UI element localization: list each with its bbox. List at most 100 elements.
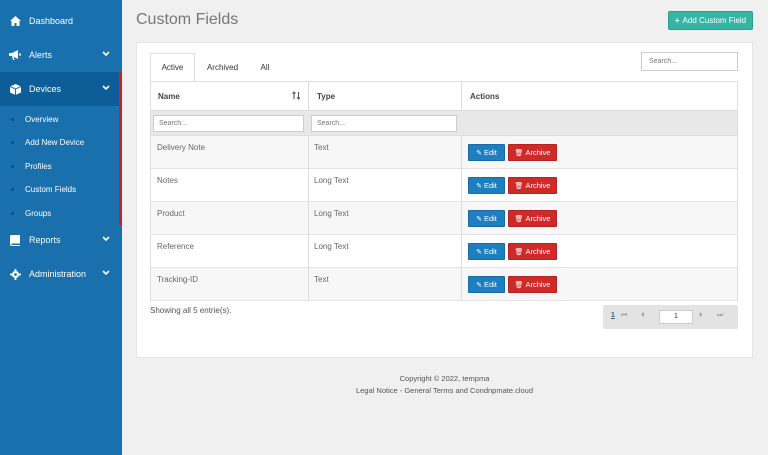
- archive-label: Archive: [525, 214, 551, 223]
- cell-type: Long Text: [314, 176, 349, 185]
- table-row: Product Long Text ✎ Edit 🗑 Archive: [151, 202, 737, 235]
- last-page-icon[interactable]: ⏭: [717, 312, 723, 320]
- sidebar-subitem-custom-fields[interactable]: Custom Fields: [0, 178, 119, 200]
- plus-icon: +: [674, 16, 680, 25]
- edit-label: Edit: [483, 214, 497, 223]
- first-page-icon[interactable]: ⏮: [621, 312, 627, 320]
- bullet-icon: [11, 211, 14, 215]
- column-header-name[interactable]: Name: [151, 82, 180, 111]
- search-input[interactable]: [641, 52, 738, 71]
- entries-summary: Showing all 5 entrie(s).: [150, 306, 232, 315]
- column-divider: [461, 268, 462, 301]
- footer-links[interactable]: Legal Notice - General Terms and Condnpm…: [136, 386, 753, 395]
- bullet-icon: [11, 140, 14, 144]
- column-divider: [308, 235, 309, 268]
- page-title: Custom Fields: [136, 11, 239, 28]
- nav-devices[interactable]: Devices: [0, 72, 122, 106]
- table-row: Delivery Note Text ✎ Edit 🗑 Archive: [151, 136, 737, 169]
- nav-alerts[interactable]: Alerts: [0, 38, 122, 72]
- cell-name: Reference: [157, 242, 194, 251]
- name-filter-input[interactable]: [153, 115, 304, 132]
- archive-button[interactable]: 🗑 Archive: [508, 243, 557, 260]
- prev-page-icon[interactable]: ⏴: [641, 312, 645, 320]
- edit-button[interactable]: ✎ Edit: [468, 276, 505, 293]
- pencil-icon: ✎: [476, 182, 482, 190]
- archive-button[interactable]: 🗑 Archive: [508, 276, 557, 293]
- type-filter-input[interactable]: [311, 115, 457, 132]
- trash-icon: 🗑: [514, 182, 524, 190]
- cell-type: Text: [314, 275, 329, 284]
- tab-all[interactable]: All: [252, 53, 278, 81]
- column-divider: [461, 202, 462, 235]
- subitem-label: Overview: [25, 114, 59, 124]
- pencil-icon: ✎: [476, 281, 482, 289]
- edit-label: Edit: [483, 181, 497, 190]
- chevron-down-icon: [102, 269, 110, 278]
- nav-administration[interactable]: Administration: [0, 257, 122, 291]
- nav-reports-label: Reports: [29, 235, 61, 245]
- pencil-icon: ✎: [476, 248, 482, 256]
- sidebar-subitem-overview[interactable]: Overview: [0, 108, 119, 130]
- table-row: Tracking-ID Text ✎ Edit 🗑 Archive: [151, 268, 737, 301]
- page-number-input[interactable]: 1: [659, 310, 693, 324]
- pencil-icon: ✎: [476, 215, 482, 223]
- trash-icon: 🗑: [514, 281, 524, 289]
- cube-icon: [9, 83, 21, 95]
- column-divider: [308, 169, 309, 202]
- sidebar: Dashboard Alerts Devices Overview Add Ne…: [0, 0, 122, 455]
- column-divider: [308, 136, 309, 169]
- column-header-type[interactable]: Type: [310, 82, 335, 111]
- nav-dashboard-label: Dashboard: [29, 16, 74, 26]
- cell-type: Text: [314, 143, 329, 152]
- active-indicator-bar: [119, 72, 122, 225]
- archive-button[interactable]: 🗑 Archive: [508, 144, 557, 161]
- sort-icon[interactable]: [292, 91, 301, 102]
- add-button-label: Add Custom Field: [682, 16, 747, 25]
- sidebar-subitem-profiles[interactable]: Profiles: [0, 155, 119, 177]
- chevron-down-icon: [102, 235, 110, 244]
- archive-button[interactable]: 🗑 Archive: [508, 177, 557, 194]
- tab-archived[interactable]: Archived: [198, 53, 247, 81]
- next-page-icon[interactable]: ⏵: [699, 312, 703, 320]
- archive-label: Archive: [525, 148, 551, 157]
- column-divider: [461, 169, 462, 202]
- subitem-label: Custom Fields: [25, 184, 77, 194]
- book-icon: [9, 234, 21, 246]
- table-header: Name Type Actions: [151, 82, 737, 111]
- subitem-label: Add New Device: [25, 137, 85, 147]
- subitem-label: Groups: [25, 208, 52, 218]
- edit-button[interactable]: ✎ Edit: [468, 243, 505, 260]
- sidebar-subitem-groups[interactable]: Groups: [0, 202, 119, 224]
- edit-button[interactable]: ✎ Edit: [468, 177, 505, 194]
- current-page-link[interactable]: 1: [611, 312, 615, 319]
- trash-icon: 🗑: [514, 149, 524, 157]
- nav-reports[interactable]: Reports: [0, 223, 122, 257]
- nav-devices-label: Devices: [29, 84, 62, 94]
- bullhorn-icon: [9, 49, 21, 61]
- cell-name: Notes: [157, 176, 178, 185]
- tab-active[interactable]: Active: [150, 53, 195, 81]
- gear-icon: [9, 268, 21, 280]
- trash-icon: 🗑: [514, 215, 524, 223]
- nav-dashboard[interactable]: Dashboard: [0, 4, 122, 38]
- pencil-icon: ✎: [476, 149, 482, 157]
- archive-label: Archive: [525, 247, 551, 256]
- edit-label: Edit: [483, 247, 497, 256]
- archive-label: Archive: [525, 280, 551, 289]
- column-divider: [461, 82, 462, 111]
- footer-copyright: Copyright © 2022, tempma: [399, 374, 490, 383]
- column-divider: [308, 82, 309, 111]
- archive-label: Archive: [525, 181, 551, 190]
- subitem-label: Profiles: [25, 161, 52, 171]
- edit-button[interactable]: ✎ Edit: [468, 144, 505, 161]
- edit-label: Edit: [483, 280, 497, 289]
- sidebar-subitem-add-new-device[interactable]: Add New Device: [0, 131, 119, 153]
- cell-type: Long Text: [314, 242, 349, 251]
- edit-label: Edit: [483, 148, 497, 157]
- add-custom-field-button[interactable]: + Add Custom Field: [668, 11, 753, 30]
- cell-name: Delivery Note: [157, 143, 206, 152]
- chevron-down-icon: [102, 84, 110, 93]
- archive-button[interactable]: 🗑 Archive: [508, 210, 557, 227]
- nav-administration-label: Administration: [29, 269, 87, 279]
- edit-button[interactable]: ✎ Edit: [468, 210, 505, 227]
